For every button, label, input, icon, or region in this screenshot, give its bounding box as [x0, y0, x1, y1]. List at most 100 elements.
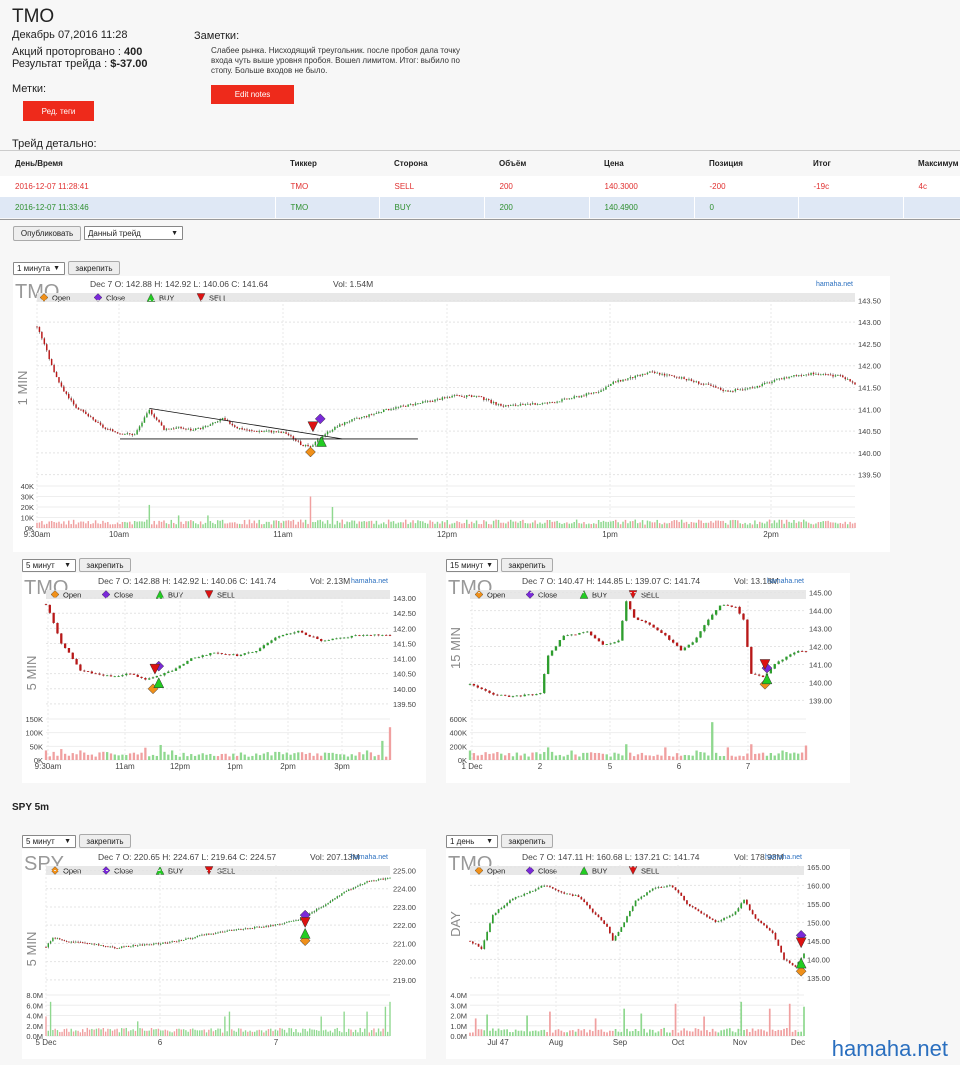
pin-button-c3[interactable]: закрепить [501, 558, 553, 572]
volume-bar [54, 1028, 56, 1036]
chart-1min[interactable]: TMO Dec 7 O: 142.88 H: 142.92 L: 140.06 C… [13, 276, 890, 552]
x-tick-label: 2 [538, 762, 543, 771]
candle-body [574, 634, 577, 636]
dropdown-arrow-icon: ▼ [486, 838, 493, 845]
candle-body [540, 885, 543, 888]
volume-bar [221, 1032, 224, 1036]
candle-body [543, 673, 546, 694]
volume-bar [500, 753, 503, 760]
candle-body [582, 632, 585, 634]
volume-bar [603, 1031, 606, 1036]
volume-bar [773, 520, 776, 528]
volume-bar [63, 753, 67, 760]
volume-bar [624, 519, 627, 528]
candle-body [102, 424, 104, 428]
candle-body [844, 377, 846, 380]
candle-body [707, 619, 710, 626]
volume-bar [794, 1030, 797, 1036]
candle-body [65, 941, 68, 942]
interval-select-c2[interactable]: 5 минут ▼ [22, 559, 76, 572]
candle-body [177, 426, 180, 428]
volume-bar [260, 1030, 263, 1036]
candle-body [640, 619, 644, 621]
volume-bar [487, 523, 490, 528]
volume-bar [712, 522, 715, 528]
volume-bar [691, 1031, 694, 1036]
volume-bar [336, 520, 339, 528]
candle-body [674, 887, 677, 891]
candle-body [631, 906, 634, 912]
volume-bar [434, 523, 436, 528]
interval-select-c1[interactable]: 1 минута ▼ [13, 262, 65, 275]
candle-body [159, 675, 162, 677]
candle-body [382, 878, 384, 880]
volume-bar [503, 1029, 506, 1036]
volume-bar [190, 754, 193, 760]
table-row[interactable]: 2016-12-07 11:28:41 TMO SELL 200 140.3000 -20… [0, 175, 960, 197]
volume-bar [262, 753, 266, 760]
volume-bar [497, 1028, 500, 1036]
edit-notes-button[interactable]: Edit notes [211, 85, 294, 104]
volume-bar [233, 1030, 235, 1036]
candle-body [124, 434, 126, 436]
candle-body [286, 922, 288, 924]
candle-body [397, 406, 400, 408]
volume-bar [228, 756, 231, 760]
candle-body [368, 414, 370, 417]
edit-tags-button[interactable]: Ред. теги [23, 101, 94, 121]
interval-select-c4[interactable]: 5 минут ▼ [22, 835, 76, 848]
interval-select-c3[interactable]: 15 минут ▼ [446, 559, 498, 572]
candle-body [141, 944, 144, 946]
pin-button-c2[interactable]: закрепить [79, 558, 131, 572]
candle-body [593, 635, 597, 639]
candle-body [785, 377, 788, 379]
volume-bar [153, 1029, 155, 1036]
x-tick-label: 7 [274, 1038, 279, 1047]
legend-label: Close [538, 591, 557, 600]
volume-bar [541, 523, 544, 528]
y-tick-label: 141.50 [393, 639, 416, 648]
volume-bar [822, 521, 824, 528]
volume-bar [272, 1031, 274, 1036]
pin-button-c1[interactable]: закрепить [68, 261, 120, 275]
volume-bar [266, 752, 269, 760]
candle-body [368, 881, 371, 882]
candle-body [279, 924, 281, 926]
volume-bar [710, 521, 712, 528]
candle-body [348, 421, 351, 423]
volume-bar [677, 1032, 680, 1036]
candle-body [120, 946, 123, 948]
volume-bar [609, 756, 612, 760]
volume-bar [605, 521, 607, 528]
volume-bar [164, 1029, 166, 1036]
publish-button[interactable]: Опубликовать [13, 226, 81, 241]
candle-body [477, 943, 480, 947]
candle-body [163, 425, 165, 430]
interval-select-c5[interactable]: 1 день ▼ [446, 835, 498, 848]
trade-filter-select[interactable]: Данный трейд ▼ [84, 226, 183, 240]
x-tick-label: Sep [613, 1038, 628, 1047]
table-row[interactable]: 2016-12-07 11:33:46 TMO BUY 200 140.4900 0 [0, 196, 960, 218]
interval-side-label: 5 MIN [24, 932, 39, 967]
candle-body [441, 397, 444, 400]
volume-bar [491, 1028, 494, 1036]
candle-body [68, 941, 70, 943]
candle-body [129, 433, 131, 435]
candle-body [526, 893, 528, 894]
candle-body [327, 902, 329, 905]
chart-spy-5min[interactable]: SPY Dec 7 O: 220.65 H: 224.67 L: 219.64 C… [22, 849, 426, 1059]
chart-15min[interactable]: TMO Dec 7 O: 140.47 H: 144.85 L: 139.07 C… [446, 573, 850, 783]
volume-bar [561, 523, 563, 528]
volume-bar [574, 754, 577, 760]
volume-bar [286, 1032, 288, 1036]
volume-bar [292, 1032, 295, 1036]
candle-body [837, 375, 839, 376]
candle-body [241, 428, 243, 430]
candle-body [82, 409, 85, 412]
chart-daily[interactable]: TMO Dec 7 O: 147.11 H: 160.68 L: 137.21 C… [446, 849, 850, 1059]
chart-5min[interactable]: TMO Dec 7 O: 142.88 H: 142.92 L: 140.06 C… [22, 573, 426, 783]
pin-button-c5[interactable]: закрепить [501, 834, 553, 848]
volume-bar [378, 524, 380, 528]
candle-body [238, 428, 241, 429]
pin-button-c4[interactable]: закрепить [79, 834, 131, 848]
